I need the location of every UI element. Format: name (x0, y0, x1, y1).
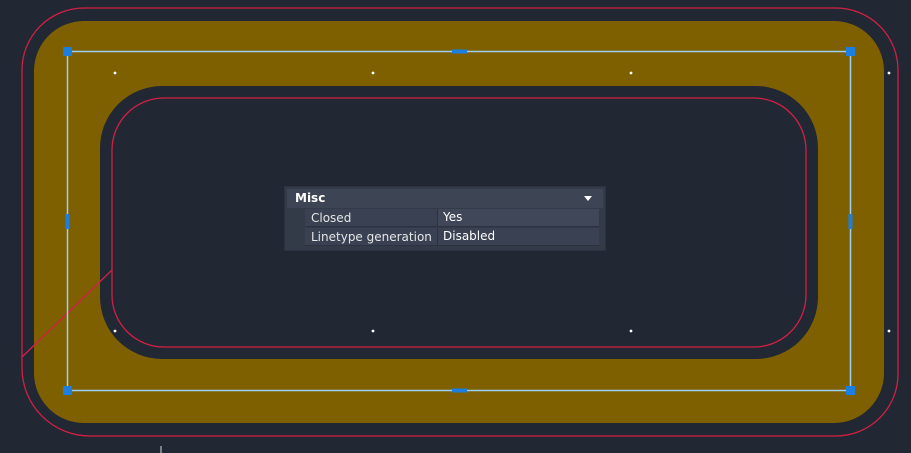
midpoint-grip-bottom[interactable] (452, 388, 467, 393)
property-value-linetype-generation[interactable]: Disabled (438, 228, 599, 245)
vertex-dot (371, 329, 375, 333)
corner-grip-bottom-left[interactable] (63, 386, 72, 395)
corner-grip-top-left[interactable] (63, 47, 72, 56)
corner-grip-bottom-right[interactable] (846, 386, 855, 395)
section-title: Misc (295, 191, 326, 205)
vertex-dot (887, 329, 891, 333)
vertex-dot (629, 329, 633, 333)
midpoint-grip-right[interactable] (848, 214, 853, 229)
property-row-closed[interactable]: Closed Yes (305, 209, 599, 227)
midpoint-grip-top[interactable] (452, 49, 467, 54)
chevron-down-icon[interactable] (584, 196, 592, 201)
property-name: Closed (305, 209, 438, 226)
vertex-dot (113, 329, 117, 333)
vertex-dot (113, 71, 117, 75)
property-name: Linetype generation (305, 228, 438, 245)
properties-panel: Misc Closed Yes Linetype generation Disa… (284, 186, 606, 251)
corner-grip-top-right[interactable] (846, 47, 855, 56)
section-header-misc[interactable]: Misc (287, 189, 603, 208)
property-value-closed[interactable]: Yes (438, 209, 599, 226)
vertex-dot (629, 71, 633, 75)
vertex-dot (887, 71, 891, 75)
vertex-dot (371, 71, 375, 75)
property-row-linetype-generation[interactable]: Linetype generation Disabled (305, 228, 599, 246)
midpoint-grip-left[interactable] (65, 214, 70, 229)
